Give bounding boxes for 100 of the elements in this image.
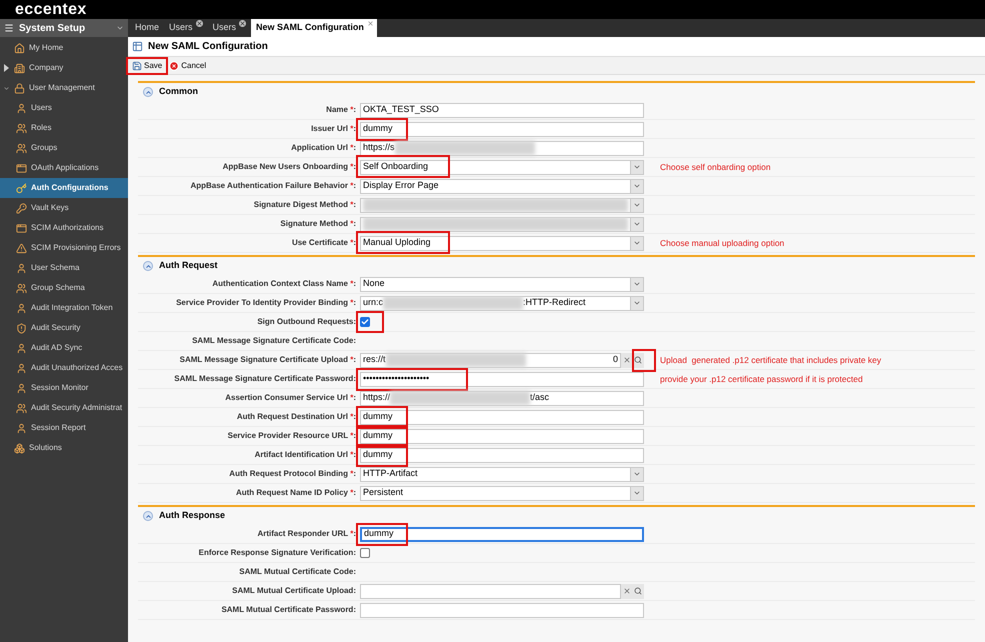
- field-label: SAML Mutual Certificate Password:: [220, 604, 357, 616]
- clear-button[interactable]: [621, 584, 632, 598]
- sidebar-item[interactable]: Solutions: [0, 438, 128, 458]
- clear-icon: [622, 587, 630, 595]
- save-button[interactable]: Save: [129, 60, 166, 72]
- checkbox[interactable]: [360, 548, 370, 558]
- item-icon: [16, 162, 27, 174]
- collapse-button[interactable]: [143, 261, 153, 271]
- field-label: Auth Request Protocol Binding *:: [228, 468, 357, 480]
- collapsed-caret-icon[interactable]: [4, 64, 9, 72]
- sidebar-item[interactable]: Audit Integration Token: [0, 298, 128, 318]
- tab[interactable]: Home: [130, 19, 162, 37]
- annotation-note: provide your .p12 certificate password if it is protected: [660, 372, 863, 386]
- section-title: Auth Response: [159, 509, 226, 522]
- item-icon: [16, 342, 27, 354]
- file-upload-field[interactable]: res://t 0: [360, 352, 621, 368]
- sidebar-item[interactable]: My Home: [0, 38, 128, 58]
- field-label: Artifact Responder URL *:: [256, 528, 357, 540]
- field-label: Signature Digest Method *:: [252, 199, 357, 211]
- chevron-up-icon: [144, 262, 152, 270]
- input-field[interactable]: •••••••••••••••••••••: [360, 372, 644, 386]
- dropdown[interactable]: Display Error Page: [360, 178, 644, 194]
- item-icon: [16, 262, 27, 274]
- sidebar-item[interactable]: Audit Security: [0, 318, 128, 338]
- caret-icon[interactable]: [116, 24, 124, 32]
- dropdown[interactable]: None: [360, 276, 644, 292]
- collapse-button[interactable]: [143, 87, 153, 97]
- sidebar-item[interactable]: Group Schema: [0, 278, 128, 298]
- item-icon: [16, 142, 27, 154]
- cancel-icon: [169, 60, 180, 70]
- dropdown[interactable]: HTTP-Artifact: [360, 466, 644, 482]
- sidebar-item[interactable]: Audit Unauthorized Acces: [0, 358, 128, 378]
- form-icon: [132, 41, 143, 52]
- sidebar-item[interactable]: User Schema: [0, 258, 128, 278]
- sidebar-item[interactable]: SCIM Authorizations: [0, 218, 128, 238]
- item-icon: [16, 382, 27, 394]
- dropdown[interactable]: Manual Uploding: [360, 236, 644, 250]
- save-icon: [132, 60, 142, 70]
- chevron-up-icon: [144, 512, 152, 520]
- sidebar-item[interactable]: Audit Security Administrat: [0, 398, 128, 418]
- input-field[interactable]: dummy: [360, 122, 644, 136]
- field-label: AppBase New Users Onboarding *:: [222, 161, 357, 173]
- input-field[interactable]: [360, 602, 644, 618]
- item-icon: [16, 122, 27, 134]
- menu-icon[interactable]: [4, 23, 14, 33]
- item-icon: [16, 362, 27, 374]
- input-field[interactable]: https://s: [360, 140, 644, 156]
- expanded-caret-icon[interactable]: [3, 84, 10, 92]
- item-icon: [16, 242, 27, 254]
- input-field[interactable]: dummy: [360, 448, 644, 462]
- sidebar-item[interactable]: Auth Configurations: [0, 178, 128, 198]
- cancel-button[interactable]: Cancel: [167, 60, 208, 72]
- field-label: Authentication Context Class Name *:: [211, 278, 357, 290]
- field-label: AppBase Authentication Failure Behavior *:: [189, 180, 357, 192]
- sidebar-item[interactable]: SCIM Provisioning Errors: [0, 238, 128, 258]
- field-label: SAML Mutual Certificate Code:: [238, 566, 357, 578]
- field-label: Application Url *:: [290, 142, 357, 154]
- close-icon[interactable]: [196, 20, 203, 27]
- close-icon[interactable]: [366, 20, 374, 27]
- sidebar-item[interactable]: Session Monitor: [0, 378, 128, 398]
- input-field[interactable]: dummy: [360, 428, 644, 444]
- field-label: Artifact Identification Url *:: [254, 449, 357, 461]
- sidebar-title: System Setup: [19, 22, 86, 36]
- collapse-button[interactable]: [143, 511, 153, 521]
- field-label: Assertion Consumer Service Url *:: [224, 392, 357, 404]
- input-field[interactable]: dummy: [360, 526, 644, 542]
- sidebar-item[interactable]: Session Report: [0, 418, 128, 438]
- sidebar-item[interactable]: User Management: [0, 78, 128, 98]
- field-label: Signature Method *:: [279, 218, 357, 230]
- item-icon: [16, 322, 27, 334]
- item-icon: [14, 62, 25, 74]
- sidebar-item[interactable]: Audit AD Sync: [0, 338, 128, 358]
- input-field[interactable]: OKTA_TEST_SSO: [360, 102, 644, 118]
- annotation-note: Upload generated .p12 certificate that includes private key: [660, 354, 882, 366]
- close-icon[interactable]: [239, 20, 246, 27]
- tab[interactable]: Users: [208, 19, 250, 37]
- check-icon: [361, 318, 369, 326]
- tab[interactable]: Users: [164, 19, 206, 37]
- dropdown[interactable]: urn:c :HTTP-Redirect: [360, 296, 644, 310]
- input-field[interactable]: dummy: [360, 410, 644, 424]
- field-label: Service Provider Resource URL *:: [226, 430, 357, 442]
- field-label: Name *:: [325, 104, 357, 116]
- sidebar-header[interactable]: System Setup: [0, 19, 128, 37]
- input-field[interactable]: https:// t/asc: [360, 390, 644, 406]
- search-button[interactable]: [632, 584, 644, 598]
- sidebar-item[interactable]: Vault Keys: [0, 198, 128, 218]
- sidebar-item[interactable]: Roles: [0, 118, 128, 138]
- sidebar-item[interactable]: Company: [0, 58, 128, 78]
- checkbox[interactable]: [360, 317, 370, 327]
- dropdown[interactable]: Self Onboarding: [360, 160, 644, 174]
- tab[interactable]: New SAML Configuration: [251, 19, 377, 37]
- clear-button[interactable]: [621, 352, 632, 368]
- dropdown[interactable]: Persistent: [360, 486, 644, 500]
- item-icon: [16, 222, 27, 234]
- item-icon: [16, 302, 27, 314]
- file-upload-field[interactable]: [360, 584, 621, 598]
- field-label: SAML Mutual Certificate Upload:: [231, 585, 357, 597]
- sidebar-item[interactable]: OAuth Applications: [0, 158, 128, 178]
- sidebar-item[interactable]: Groups: [0, 138, 128, 158]
- sidebar-item[interactable]: Users: [0, 98, 128, 118]
